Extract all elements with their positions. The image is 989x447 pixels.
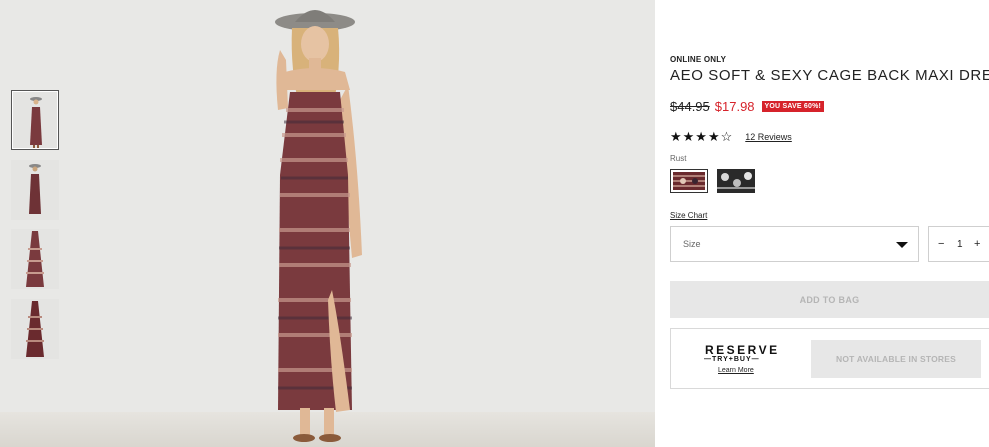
price-row: $44.95 $17.98 YOU SAVE 60%! — [670, 99, 825, 114]
swatch-rust[interactable] — [670, 169, 708, 193]
sale-price: $17.98 — [714, 99, 755, 114]
swatch-black-print[interactable] — [717, 169, 755, 193]
caret-down-icon — [896, 242, 908, 248]
size-dropdown[interactable]: Size — [670, 226, 919, 262]
product-main-photo — [275, 10, 362, 442]
not-available-button[interactable]: NOT AVAILABLE IN STORES — [811, 340, 981, 378]
star-rating: ★★★★☆ — [670, 129, 734, 144]
product-info-panel: ONLINE ONLY AEO SOFT & SEXY CAGE BACK MA… — [655, 0, 989, 447]
try-buy-logo: —TRY+BUY— — [704, 356, 760, 363]
original-price: $44.95 — [670, 99, 710, 114]
quantity-value: 1 — [957, 239, 963, 250]
add-to-bag-button[interactable]: ADD TO BAG — [670, 281, 989, 318]
rating-row: ★★★★☆ 12 Reviews — [670, 129, 792, 145]
size-chart-link[interactable]: Size Chart — [670, 211, 707, 220]
color-label: Rust — [670, 154, 687, 163]
online-only-label: ONLINE ONLY — [670, 55, 727, 64]
savings-badge: YOU SAVE 60%! — [761, 101, 825, 112]
thumbnail-3[interactable] — [11, 229, 59, 289]
quantity-stepper[interactable]: − 1 + — [928, 226, 989, 262]
product-title: AEO SOFT & SEXY CAGE BACK MAXI DRESS — [670, 67, 989, 84]
product-image-area — [0, 0, 655, 447]
reviews-link[interactable]: 12 Reviews — [745, 132, 792, 142]
size-dropdown-label: Size — [683, 239, 701, 249]
quantity-plus-button[interactable]: + — [974, 238, 980, 250]
reserve-logo: RESERVE — [705, 343, 780, 357]
thumbnail-2[interactable] — [11, 160, 59, 220]
reserve-try-buy-panel: RESERVE —TRY+BUY— Learn More NOT AVAILAB… — [670, 328, 989, 389]
thumbnail-1[interactable] — [11, 90, 59, 150]
learn-more-link[interactable]: Learn More — [718, 367, 754, 374]
thumbnail-4[interactable] — [11, 299, 59, 359]
quantity-minus-button[interactable]: − — [938, 238, 944, 250]
